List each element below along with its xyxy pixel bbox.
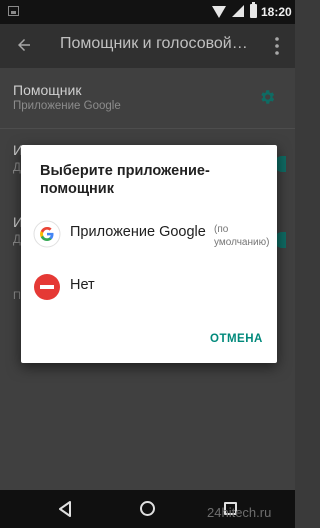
page-title: Помощник и голосовой… [60, 35, 248, 52]
image-notification-icon [8, 6, 19, 16]
nav-home-icon[interactable] [140, 501, 155, 516]
navigation-bar: 24hitech.ru [0, 490, 295, 528]
choose-assistant-dialog: Выберите приложение-помощник Приложение … [21, 145, 277, 363]
signal-icon [232, 5, 244, 17]
status-bar: 18:20 [0, 0, 295, 24]
none-minus-icon [34, 274, 60, 300]
dialog-title: Выберите приложение-помощник [40, 163, 210, 197]
watermark: 24hitech.ru [207, 505, 272, 520]
setting-4-text: П [13, 290, 21, 302]
back-arrow-icon[interactable] [15, 36, 33, 54]
status-time: 18:20 [261, 5, 292, 19]
setting-2-subtitle: Д [13, 162, 21, 174]
cancel-button[interactable]: ОТМЕНА [210, 333, 263, 345]
more-options-icon[interactable] [275, 37, 279, 55]
option-google-app[interactable]: Приложение Google (по умолчанию) [21, 216, 277, 256]
battery-icon [250, 2, 257, 18]
setting-3-subtitle: Д [13, 234, 21, 246]
option-none-label: Нет [70, 277, 95, 293]
wifi-icon [212, 6, 226, 18]
nav-back-icon[interactable] [56, 500, 74, 518]
assistant-setting-subtitle: Приложение Google [13, 100, 121, 112]
option-default-note: (по умолчанию) [214, 224, 270, 248]
google-g-icon [33, 220, 61, 248]
option-google-label: Приложение Google [70, 224, 206, 240]
divider [0, 128, 295, 129]
option-none[interactable]: Нет [21, 269, 277, 309]
app-toolbar: Помощник и голосовой… [0, 24, 295, 68]
assistant-setting-title[interactable]: Помощник [13, 82, 81, 98]
gear-icon[interactable] [258, 88, 276, 106]
